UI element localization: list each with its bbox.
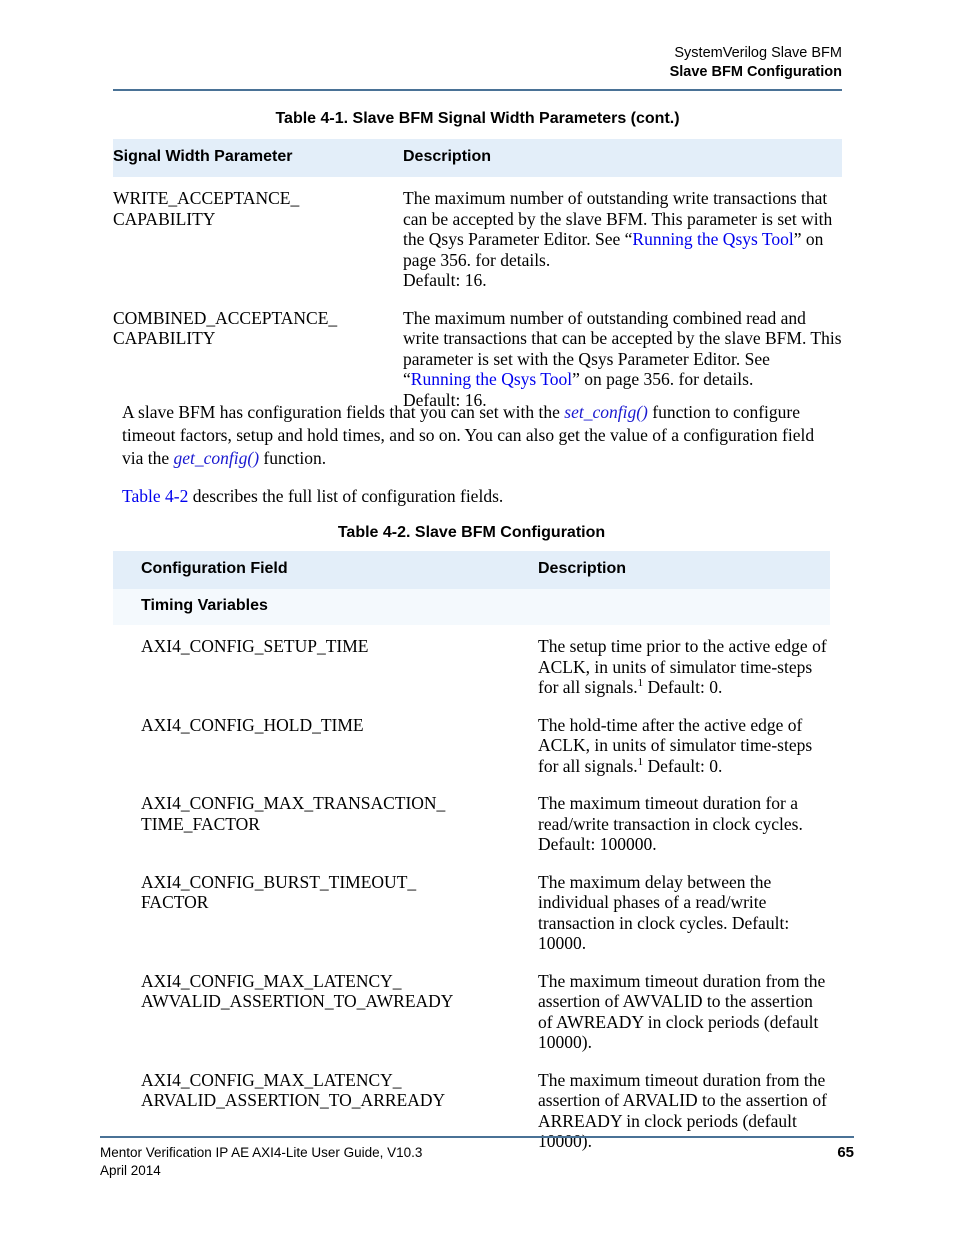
desc-default: Default: 16. (403, 270, 487, 290)
desc-text: The maximum timeout duration for a read/… (538, 793, 803, 854)
desc-text-post: ” on page 356. for details. (572, 369, 754, 389)
table-row: AXI4_CONFIG_MAX_LATENCY_ AWVALID_ASSERTI… (113, 959, 830, 1059)
table2-field-name: AXI4_CONFIG_HOLD_TIME (113, 703, 538, 782)
table2-col-header-1: Description (538, 551, 830, 589)
paragraph-set-get-config: A slave BFM has configuration fields tha… (122, 401, 834, 470)
table1-field-name: COMBINED_ACCEPTANCE_ CAPABILITY (113, 296, 403, 416)
desc-text: The maximum timeout duration from the as… (538, 970, 826, 1053)
table-slave-bfm-configuration: Configuration Field Description Timing V… (113, 551, 830, 1158)
table1-col-header-1: Description (403, 139, 842, 177)
table2-field-name: AXI4_CONFIG_MAX_LATENCY_ ARVALID_ASSERTI… (113, 1058, 538, 1158)
table-row: AXI4_CONFIG_BURST_TIMEOUT_ FACTOR The ma… (113, 860, 830, 960)
func-get-config[interactable]: get_config() (174, 448, 260, 468)
table1-col-header-0: Signal Width Parameter (113, 139, 403, 177)
table2-col-header-0: Configuration Field (113, 551, 538, 589)
page-footer: 65 Mentor Verification IP AE AXI4-Lite U… (100, 1144, 854, 1180)
footer-date: April 2014 (100, 1163, 161, 1178)
header-rule (113, 89, 842, 91)
table2-description: The maximum timeout duration from the as… (538, 1058, 830, 1158)
table2-field-name: AXI4_CONFIG_MAX_TRANSACTION_ TIME_FACTOR (113, 782, 538, 861)
para1-text-c: function. (259, 448, 327, 468)
table-row: COMBINED_ACCEPTANCE_ CAPABILITY The maxi… (113, 296, 842, 416)
table2-field-name: AXI4_CONFIG_MAX_LATENCY_ AWVALID_ASSERTI… (113, 959, 538, 1059)
table-row: AXI4_CONFIG_MAX_TRANSACTION_ TIME_FACTOR… (113, 782, 830, 861)
table-slave-bfm-signal-width-parameters: Signal Width Parameter Description WRITE… (113, 139, 842, 416)
para2-rest: describes the full list of configuration… (188, 486, 504, 506)
table-row: AXI4_CONFIG_MAX_LATENCY_ ARVALID_ASSERTI… (113, 1058, 830, 1158)
xref-running-the-qsys-tool[interactable]: Running the Qsys Tool (411, 369, 572, 389)
running-header: SystemVerilog Slave BFM Slave BFM Config… (113, 44, 842, 82)
table1-field-name: WRITE_ACCEPTANCE_ CAPABILITY (113, 177, 403, 297)
table2-description: The setup time prior to the active edge … (538, 625, 830, 704)
table2-description: The maximum timeout duration for a read/… (538, 782, 830, 861)
running-header-line1: SystemVerilog Slave BFM (674, 45, 842, 61)
table1-description: The maximum number of outstanding write … (403, 177, 842, 297)
table1-caption: Table 4-1. Slave BFM Signal Width Parame… (275, 110, 680, 127)
table2-field-name: AXI4_CONFIG_SETUP_TIME (113, 625, 538, 704)
func-set-config[interactable]: set_config() (564, 402, 648, 422)
para1-text-a: A slave BFM has configuration fields tha… (122, 402, 565, 422)
xref-table-4-2[interactable]: Table 4-2 (122, 486, 188, 506)
table-row: WRITE_ACCEPTANCE_ CAPABILITY The maximum… (113, 177, 842, 297)
table2-header-row: Configuration Field Description (113, 551, 830, 589)
document-page: SystemVerilog Slave BFM Slave BFM Config… (0, 0, 954, 1235)
desc-default: Default: 0. (643, 755, 723, 776)
desc-default: Default: 0. (643, 677, 723, 697)
xref-running-the-qsys-tool[interactable]: Running the Qsys Tool (632, 229, 793, 249)
table-row: AXI4_CONFIG_HOLD_TIME The hold-time afte… (113, 703, 830, 782)
table2-subheader-label: Timing Variables (113, 589, 538, 625)
table-row: AXI4_CONFIG_SETUP_TIME The setup time pr… (113, 625, 830, 704)
paragraph-table-4-2-ref: Table 4-2 describes the full list of con… (122, 485, 834, 508)
desc-text: The maximum timeout duration from the as… (538, 1069, 827, 1152)
footer-title: Mentor Verification IP AE AXI4-Lite User… (100, 1145, 423, 1160)
footer-rule (100, 1136, 854, 1138)
footer-doc-info: Mentor Verification IP AE AXI4-Lite User… (100, 1144, 422, 1180)
desc-text: The maximum delay between the individual… (538, 871, 790, 954)
table2-description: The hold-time after the active edge of A… (538, 703, 830, 782)
table2-subheader-spacer (538, 589, 830, 625)
table1-description: The maximum number of outstanding combin… (403, 296, 842, 416)
page-number: 65 (837, 1144, 854, 1161)
running-header-line2: Slave BFM Configuration (669, 64, 842, 80)
table2-description: The maximum timeout duration from the as… (538, 959, 830, 1059)
table2-subheader-row: Timing Variables (113, 589, 830, 625)
table1-header-row: Signal Width Parameter Description (113, 139, 842, 177)
table2-caption: Table 4-2. Slave BFM Configuration (337, 524, 606, 541)
table2-field-name: AXI4_CONFIG_BURST_TIMEOUT_ FACTOR (113, 860, 538, 960)
table2-description: The maximum delay between the individual… (538, 860, 830, 960)
